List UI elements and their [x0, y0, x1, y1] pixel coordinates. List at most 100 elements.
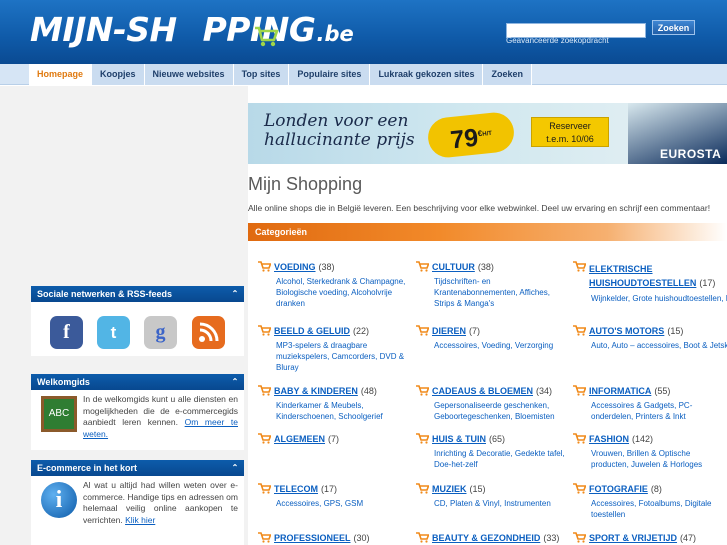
shopping-cart-logo-icon	[255, 26, 279, 47]
category-subs[interactable]: Vrouwen, Brillen & Optische producten, J…	[591, 448, 727, 470]
category-link[interactable]: INFORMATICA	[589, 386, 651, 397]
category-muziek: MUZIEK (15) CD, Platen & Vinyl, Instrumen…	[416, 483, 571, 509]
ecommerce-link[interactable]: Klik hier	[125, 515, 155, 525]
category-link[interactable]: FASHION	[589, 434, 629, 445]
category-link[interactable]: BABY & KINDEREN	[274, 386, 358, 397]
category-link[interactable]: VOEDING	[274, 262, 316, 273]
collapse-icon[interactable]: ⌃	[230, 463, 240, 473]
tab-nieuwe-websites[interactable]: Nieuwe websites	[144, 64, 234, 85]
category-link[interactable]: MUZIEK	[432, 484, 467, 495]
search-button[interactable]: Zoeken	[652, 20, 695, 35]
cart-icon	[573, 261, 586, 272]
category-link[interactable]: CULTUUR	[432, 262, 475, 273]
ecommerce-body: i Al wat u altijd had willen weten over …	[31, 476, 244, 526]
category-subs[interactable]: Kinderkamer & Meubels, Kinderschoenen, S…	[276, 400, 413, 422]
twitter-icon[interactable]: t	[97, 316, 130, 349]
cart-icon	[416, 325, 429, 336]
eurostar-ad-banner[interactable]: Londen voor een hallucinante prijs 79€H/…	[248, 103, 727, 164]
category-link[interactable]: BEAUTY & GEZONDHEID	[432, 533, 540, 544]
category-subs[interactable]: Gepersonaliseerde geschenken, Geboortege…	[434, 400, 571, 422]
social-box: Sociale netwerken & RSS-feeds ⌃ f t g	[31, 286, 244, 356]
info-icon: i	[41, 482, 77, 518]
category-link[interactable]: ELEKTRISCHE HUISHOUDTOESTELLEN	[589, 264, 696, 288]
social-box-header: Sociale netwerken & RSS-feeds ⌃	[31, 286, 244, 302]
cart-icon	[573, 385, 586, 396]
ecommerce-text: Al wat u altijd had willen weten over e-…	[83, 480, 238, 525]
category-subs[interactable]: Accessoires, Voeding, Verzorging	[434, 340, 571, 351]
category-subs[interactable]: Wijnkelder, Grote huishoudtoestellen, Kl…	[591, 293, 727, 304]
category-link[interactable]: CADEAUS & BLOEMEN	[432, 386, 533, 397]
chalkboard-icon: ABC	[41, 396, 77, 432]
category-count: (8)	[650, 484, 662, 494]
collapse-icon[interactable]: ⌃	[230, 289, 240, 299]
category-title: FOTOGRAFIE (8)	[573, 483, 727, 495]
category-count: (34)	[536, 386, 553, 396]
reserveer-line1: Reserveer	[549, 121, 591, 131]
category-subs[interactable]: Alcohol, Sterkedrank & Champagne, Biolog…	[276, 276, 413, 309]
category-link[interactable]: PROFESSIONEEL	[274, 533, 351, 544]
cart-icon	[573, 483, 586, 494]
category-link[interactable]: HUIS & TUIN	[432, 434, 486, 445]
category-link[interactable]: BEELD & GELUID	[274, 326, 350, 337]
category-count: (30)	[353, 533, 370, 543]
category-subs[interactable]: Auto, Auto – accessoires, Boot & Jetski	[591, 340, 727, 351]
main-navigation: Homepage Koopjes Nieuwe websites Top sit…	[0, 64, 727, 85]
ecommerce-box: E-commerce in het kort ⌃ i Al wat u alti…	[31, 460, 244, 545]
site-logo[interactable]: MIJN-SH PPING .be	[30, 8, 354, 52]
tab-koopjes[interactable]: Koopjes	[92, 64, 145, 85]
category-title: AUTO'S MOTORS (15)	[573, 325, 727, 337]
category-subs[interactable]: Accessoires, GPS, GSM	[276, 498, 413, 509]
cart-icon	[258, 433, 271, 444]
tab-zoeken[interactable]: Zoeken	[483, 64, 532, 85]
category-huis-tuin: HUIS & TUIN (65) Inrichting & Decoratie, …	[416, 433, 571, 470]
tab-top-sites[interactable]: Top sites	[233, 64, 290, 85]
category-link[interactable]: ALGEMEEN	[274, 434, 325, 445]
category-subs[interactable]: CD, Platen & Vinyl, Instrumenten	[434, 498, 571, 509]
category-telecom: TELECOM (17) Accessoires, GPS, GSM	[258, 483, 413, 509]
category-link[interactable]: SPORT & VRIJETIJD	[589, 533, 677, 544]
category-subs[interactable]: Inrichting & Decoratie, Gedekte tafel, D…	[434, 448, 571, 470]
category-title: FASHION (142)	[573, 433, 727, 445]
category-sport-vrijetijd: SPORT & VRIJETIJD (47)	[573, 532, 727, 544]
category-count: (48)	[360, 386, 377, 396]
cart-icon	[416, 433, 429, 444]
category-title: DIEREN (7)	[416, 325, 571, 337]
tab-populaire-sites[interactable]: Populaire sites	[289, 64, 371, 85]
category-subs[interactable]: MP3-spelers & draagbare muziekspelers, C…	[276, 340, 406, 373]
category-link[interactable]: FOTOGRAFIE	[589, 484, 648, 495]
advanced-search-link[interactable]: Geavanceerde zoekopdracht	[506, 36, 609, 45]
rss-icon[interactable]	[192, 316, 225, 349]
welcome-box-title: Welkomgids	[37, 377, 90, 387]
facebook-icon[interactable]: f	[50, 316, 83, 349]
category-title: SPORT & VRIJETIJD (47)	[573, 532, 727, 544]
price-note: H/T	[482, 130, 493, 138]
category-title: TELECOM (17)	[258, 483, 413, 495]
category-cadeaus-bloemen: CADEAUS & BLOEMEN (34) Gepersonaliseerde …	[416, 385, 571, 422]
category-autos-motors: AUTO'S MOTORS (15) Auto, Auto – accessoir…	[573, 325, 727, 351]
category-subs[interactable]: Accessoires, Fotoalbums, Digitale toeste…	[591, 498, 716, 520]
category-link[interactable]: AUTO'S MOTORS	[589, 326, 664, 337]
category-subs[interactable]: Accessoires & Gadgets, PC-onderdelen, Pr…	[591, 400, 701, 422]
category-algemeen: ALGEMEEN (7)	[258, 433, 413, 445]
social-icons: f t g	[31, 302, 244, 356]
category-elektrische-huishoudtoestellen: ELEKTRISCHE HUISHOUDTOESTELLEN (17) Wijnk…	[573, 261, 727, 304]
nav-tabs: Homepage Koopjes Nieuwe websites Top sit…	[29, 64, 532, 85]
category-count: (33)	[543, 533, 560, 543]
category-title: BEAUTY & GEZONDHEID (33)	[416, 532, 571, 544]
cart-icon	[258, 261, 271, 272]
category-link[interactable]: DIEREN	[432, 326, 466, 337]
category-count: (7)	[328, 434, 340, 444]
category-fashion: FASHION (142) Vrouwen, Brillen & Optische…	[573, 433, 727, 470]
tab-homepage[interactable]: Homepage	[29, 64, 93, 85]
cart-icon	[416, 483, 429, 494]
collapse-icon[interactable]: ⌃	[230, 377, 240, 387]
category-count: (47)	[680, 533, 697, 543]
category-count: (17)	[699, 278, 716, 288]
google-icon[interactable]: g	[144, 316, 177, 349]
category-informatica: INFORMATICA (55) Accessoires & Gadgets, P…	[573, 385, 727, 422]
category-subs[interactable]: Tijdschriften- en Krantenabonnementen, A…	[434, 276, 571, 309]
category-link[interactable]: TELECOM	[274, 484, 318, 495]
tab-lukraak-gekozen-sites[interactable]: Lukraak gekozen sites	[370, 64, 484, 85]
sidebar: Sociale netwerken & RSS-feeds ⌃ f t g We…	[0, 138, 248, 545]
cart-icon	[573, 532, 586, 543]
